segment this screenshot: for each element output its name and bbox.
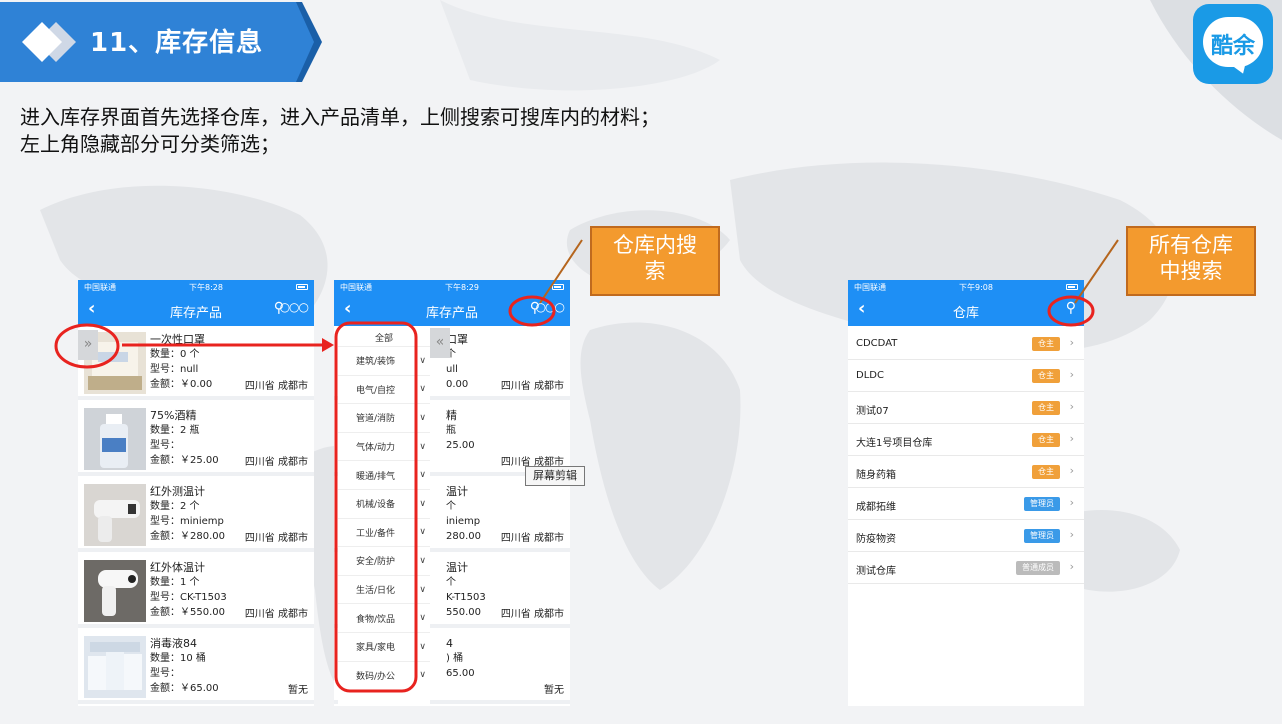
highlight-circle (1047, 295, 1095, 327)
annotation-overlay (54, 239, 1119, 693)
highlight-box (334, 321, 418, 693)
callout-pointer (1074, 239, 1119, 304)
highlight-circle (54, 323, 120, 369)
arrow-head-icon (322, 338, 334, 352)
highlight-circle (508, 295, 556, 327)
callout-pointer (539, 239, 583, 304)
